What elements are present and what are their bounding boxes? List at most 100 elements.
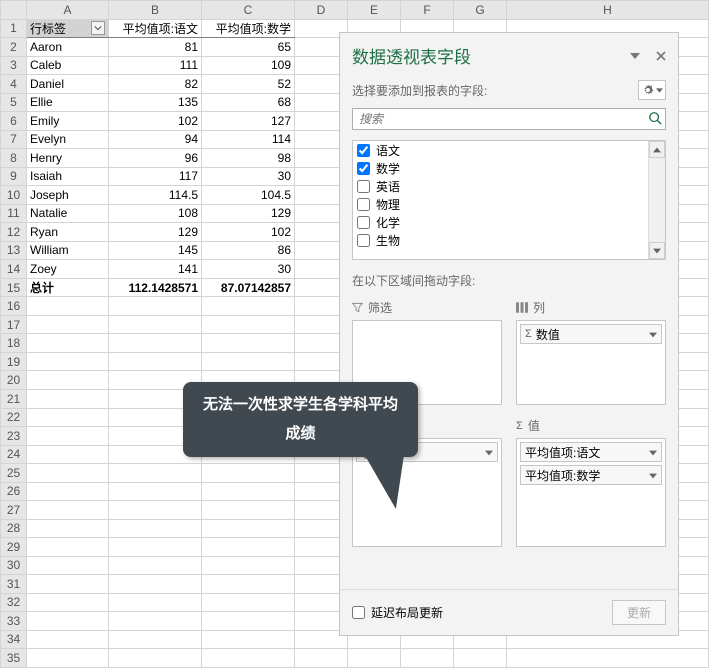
update-button[interactable]: 更新 — [612, 600, 666, 625]
gear-icon[interactable] — [638, 80, 666, 100]
cell[interactable] — [27, 352, 109, 371]
row-header[interactable]: 24 — [1, 445, 27, 464]
cell[interactable] — [401, 649, 454, 668]
row-header[interactable]: 22 — [1, 408, 27, 427]
close-icon[interactable] — [652, 47, 670, 65]
cell[interactable] — [202, 297, 295, 316]
cell[interactable]: 96 — [109, 149, 202, 168]
search-icon[interactable] — [648, 111, 662, 128]
cell[interactable]: 86 — [202, 241, 295, 260]
cell[interactable] — [109, 334, 202, 353]
cell[interactable]: 109 — [202, 56, 295, 75]
cell[interactable]: Caleb — [27, 56, 109, 75]
field-item[interactable]: 英语 — [353, 177, 665, 195]
row-header[interactable]: 33 — [1, 612, 27, 631]
field-checkbox[interactable] — [357, 234, 370, 247]
field-item[interactable]: 物理 — [353, 195, 665, 213]
chevron-down-icon[interactable] — [649, 468, 657, 482]
cell[interactable]: 30 — [202, 260, 295, 279]
row-header[interactable]: 17 — [1, 315, 27, 334]
cell[interactable] — [202, 630, 295, 649]
col-header[interactable]: G — [454, 1, 507, 20]
cell[interactable] — [202, 538, 295, 557]
cell[interactable] — [27, 390, 109, 409]
row-header[interactable]: 32 — [1, 593, 27, 612]
defer-layout-checkbox[interactable] — [352, 606, 365, 619]
cell[interactable] — [202, 482, 295, 501]
cell[interactable] — [202, 315, 295, 334]
cell[interactable]: 104.5 — [202, 186, 295, 205]
row-header[interactable]: 1 — [1, 19, 27, 38]
chevron-down-icon[interactable] — [649, 327, 657, 341]
row-header[interactable]: 19 — [1, 352, 27, 371]
cell[interactable] — [27, 408, 109, 427]
field-checkbox[interactable] — [357, 180, 370, 193]
cell[interactable]: Henry — [27, 149, 109, 168]
cell[interactable] — [295, 649, 348, 668]
field-checkbox[interactable] — [357, 198, 370, 211]
total-label-cell[interactable]: 总计 — [27, 278, 109, 297]
row-header[interactable]: 6 — [1, 112, 27, 131]
cell[interactable] — [202, 556, 295, 575]
cell[interactable]: 65 — [202, 38, 295, 57]
col-header[interactable]: C — [202, 1, 295, 20]
col-header[interactable]: A — [27, 1, 109, 20]
cell[interactable] — [109, 482, 202, 501]
cell[interactable] — [109, 297, 202, 316]
scroll-up-icon[interactable] — [649, 141, 665, 158]
columns-area[interactable]: 列 Σ数值 — [516, 299, 666, 405]
cell[interactable]: 111 — [109, 56, 202, 75]
cell[interactable] — [109, 630, 202, 649]
cell[interactable]: 94 — [109, 130, 202, 149]
row-header[interactable]: 7 — [1, 130, 27, 149]
cell[interactable] — [109, 464, 202, 483]
cell[interactable] — [27, 371, 109, 390]
cell[interactable]: Isaiah — [27, 167, 109, 186]
col-header[interactable]: F — [401, 1, 454, 20]
cell[interactable]: 114 — [202, 130, 295, 149]
cell[interactable] — [202, 649, 295, 668]
cell[interactable]: 127 — [202, 112, 295, 131]
cell[interactable] — [27, 297, 109, 316]
cell[interactable]: 145 — [109, 241, 202, 260]
row-header[interactable]: 15 — [1, 278, 27, 297]
cell[interactable] — [202, 575, 295, 594]
row-header[interactable]: 31 — [1, 575, 27, 594]
row-header[interactable]: 10 — [1, 186, 27, 205]
cell[interactable] — [27, 630, 109, 649]
cell[interactable] — [27, 649, 109, 668]
cell[interactable]: William — [27, 241, 109, 260]
cell[interactable] — [109, 649, 202, 668]
field-checkbox[interactable] — [357, 216, 370, 229]
cell[interactable] — [109, 538, 202, 557]
col-header[interactable]: B — [109, 1, 202, 20]
cell[interactable]: 141 — [109, 260, 202, 279]
cell[interactable] — [27, 464, 109, 483]
cell[interactable] — [27, 445, 109, 464]
cell[interactable] — [27, 501, 109, 520]
cell[interactable] — [202, 334, 295, 353]
cell[interactable] — [202, 501, 295, 520]
cell[interactable] — [109, 352, 202, 371]
field-chip[interactable]: 平均值项:语文 — [520, 442, 662, 462]
cell[interactable] — [109, 612, 202, 631]
total-cell[interactable]: 112.1428571 — [109, 278, 202, 297]
scroll-down-icon[interactable] — [649, 242, 665, 259]
scrollbar[interactable] — [648, 141, 665, 259]
cell[interactable]: 81 — [109, 38, 202, 57]
row-header[interactable]: 25 — [1, 464, 27, 483]
cell[interactable]: 平均值项:语文 — [109, 19, 202, 38]
cell[interactable]: 98 — [202, 149, 295, 168]
cell[interactable] — [27, 575, 109, 594]
row-header[interactable]: 26 — [1, 482, 27, 501]
col-header[interactable]: D — [295, 1, 348, 20]
field-item[interactable]: 数学 — [353, 159, 665, 177]
total-cell[interactable]: 87.07142857 — [202, 278, 295, 297]
row-header[interactable]: 35 — [1, 649, 27, 668]
field-list[interactable]: 语文数学英语物理化学生物 — [352, 140, 666, 260]
values-area[interactable]: Σ值 平均值项:语文平均值项:数学 — [516, 417, 666, 547]
field-checkbox[interactable] — [357, 162, 370, 175]
row-header[interactable]: 28 — [1, 519, 27, 538]
row-header[interactable]: 8 — [1, 149, 27, 168]
cell[interactable]: Evelyn — [27, 130, 109, 149]
